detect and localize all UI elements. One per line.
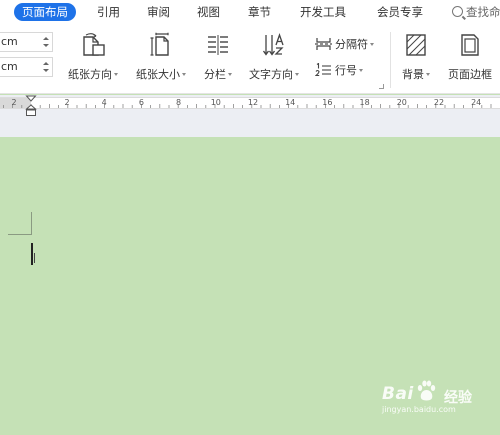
tab-review[interactable]: 审阅	[147, 3, 170, 21]
baidu-jingyan-watermark: Bai 经验 jingyan.baidu.com	[382, 378, 482, 414]
chevron-down-icon	[359, 69, 363, 72]
line-numbers-label: 行号	[335, 64, 357, 77]
ruler-number: 20	[396, 98, 407, 107]
tab-member-exclusive[interactable]: 会员专享	[377, 3, 423, 21]
columns-icon	[208, 35, 228, 55]
background-button[interactable]: 背景	[396, 32, 436, 82]
ruler-number: 24	[471, 98, 482, 107]
text-direction-icon	[262, 33, 284, 56]
ribbon-toolbar: cm cm 纸张方向 纸张大小 分栏 文字方向 分隔符 行号 背景 页面边框	[0, 24, 500, 94]
ribbon-tab-bar: 页面布局 引用 审阅 视图 章节 开发工具 会员专享 查找命	[0, 0, 500, 24]
page-orientation-button[interactable]: 纸张方向	[62, 32, 124, 82]
columns-label: 分栏	[204, 68, 226, 81]
page-border-icon	[461, 34, 479, 56]
ruler-number: 16	[322, 98, 333, 107]
indent-marker-icon[interactable]	[25, 95, 37, 117]
margin-top-value: cm	[1, 35, 18, 48]
ruler-number: 18	[359, 98, 370, 107]
chevron-down-icon	[426, 73, 430, 76]
ribbon-separator	[390, 32, 391, 88]
paw-logo-icon	[417, 380, 436, 401]
ruler-number: 6	[138, 98, 144, 107]
page-size-icon	[150, 32, 169, 56]
margin-bottom-spinner[interactable]	[43, 60, 49, 74]
dialog-launcher-icon[interactable]	[379, 84, 384, 89]
watermark-url: jingyan.baidu.com	[382, 405, 456, 414]
ruler-number: 22	[433, 98, 445, 107]
ruler-number: 2	[11, 98, 17, 107]
chevron-down-icon	[182, 73, 186, 76]
chevron-down-icon	[295, 73, 299, 76]
text-cursor	[31, 243, 33, 265]
chevron-down-icon	[228, 73, 232, 76]
search-command[interactable]: 查找命	[452, 3, 500, 21]
tab-references[interactable]: 引用	[97, 3, 120, 21]
page-border-label: 页面边框	[448, 68, 492, 81]
breaks-button[interactable]: 分隔符	[315, 36, 374, 54]
ruler-number: 12	[247, 98, 259, 107]
ruler-number: 2	[64, 98, 70, 107]
columns-button[interactable]: 分栏	[198, 32, 238, 82]
text-direction-button[interactable]: 文字方向	[244, 32, 304, 82]
margin-bottom-input[interactable]: cm	[0, 57, 53, 77]
margin-bottom-value: cm	[1, 60, 18, 73]
tab-developer-tools[interactable]: 开发工具	[300, 3, 346, 21]
chevron-down-icon	[114, 73, 118, 76]
search-icon	[452, 6, 463, 17]
tab-view[interactable]: 视图	[197, 3, 220, 21]
ruler-number: 8	[176, 98, 182, 107]
ruler-number: 14	[285, 98, 296, 107]
mouse-ibeam-icon	[34, 253, 37, 263]
tab-section[interactable]: 章节	[248, 3, 271, 21]
chevron-down-icon	[370, 43, 374, 46]
breaks-icon	[315, 38, 332, 50]
background-label: 背景	[402, 68, 424, 81]
page-size-label: 纸张大小	[136, 68, 180, 81]
tab-page-layout[interactable]: 页面布局	[14, 3, 76, 21]
page-orientation-icon	[83, 33, 105, 56]
watermark-brand-suffix: 经验	[444, 390, 472, 406]
page-orientation-label: 纸张方向	[68, 68, 112, 81]
watermark-brand: Bai	[382, 384, 414, 404]
ruler-number: 4	[101, 98, 107, 107]
breaks-label: 分隔符	[335, 38, 368, 51]
text-direction-label: 文字方向	[249, 68, 293, 81]
margin-top-spinner[interactable]	[43, 35, 49, 49]
line-numbers-button[interactable]: 行号	[314, 62, 363, 80]
page-border-button[interactable]: 页面边框	[442, 32, 498, 82]
text-boundary-corner	[8, 212, 32, 235]
margin-top-input[interactable]: cm	[0, 32, 53, 52]
background-icon	[406, 34, 426, 56]
horizontal-ruler[interactable]: 2 2 4 6 8 10 12 14 16 18 20 22 24	[0, 97, 500, 109]
search-label: 查找命	[466, 5, 500, 19]
page-size-button[interactable]: 纸张大小	[130, 32, 192, 82]
line-numbers-icon	[314, 62, 331, 77]
ruler-number: 10	[210, 98, 221, 107]
